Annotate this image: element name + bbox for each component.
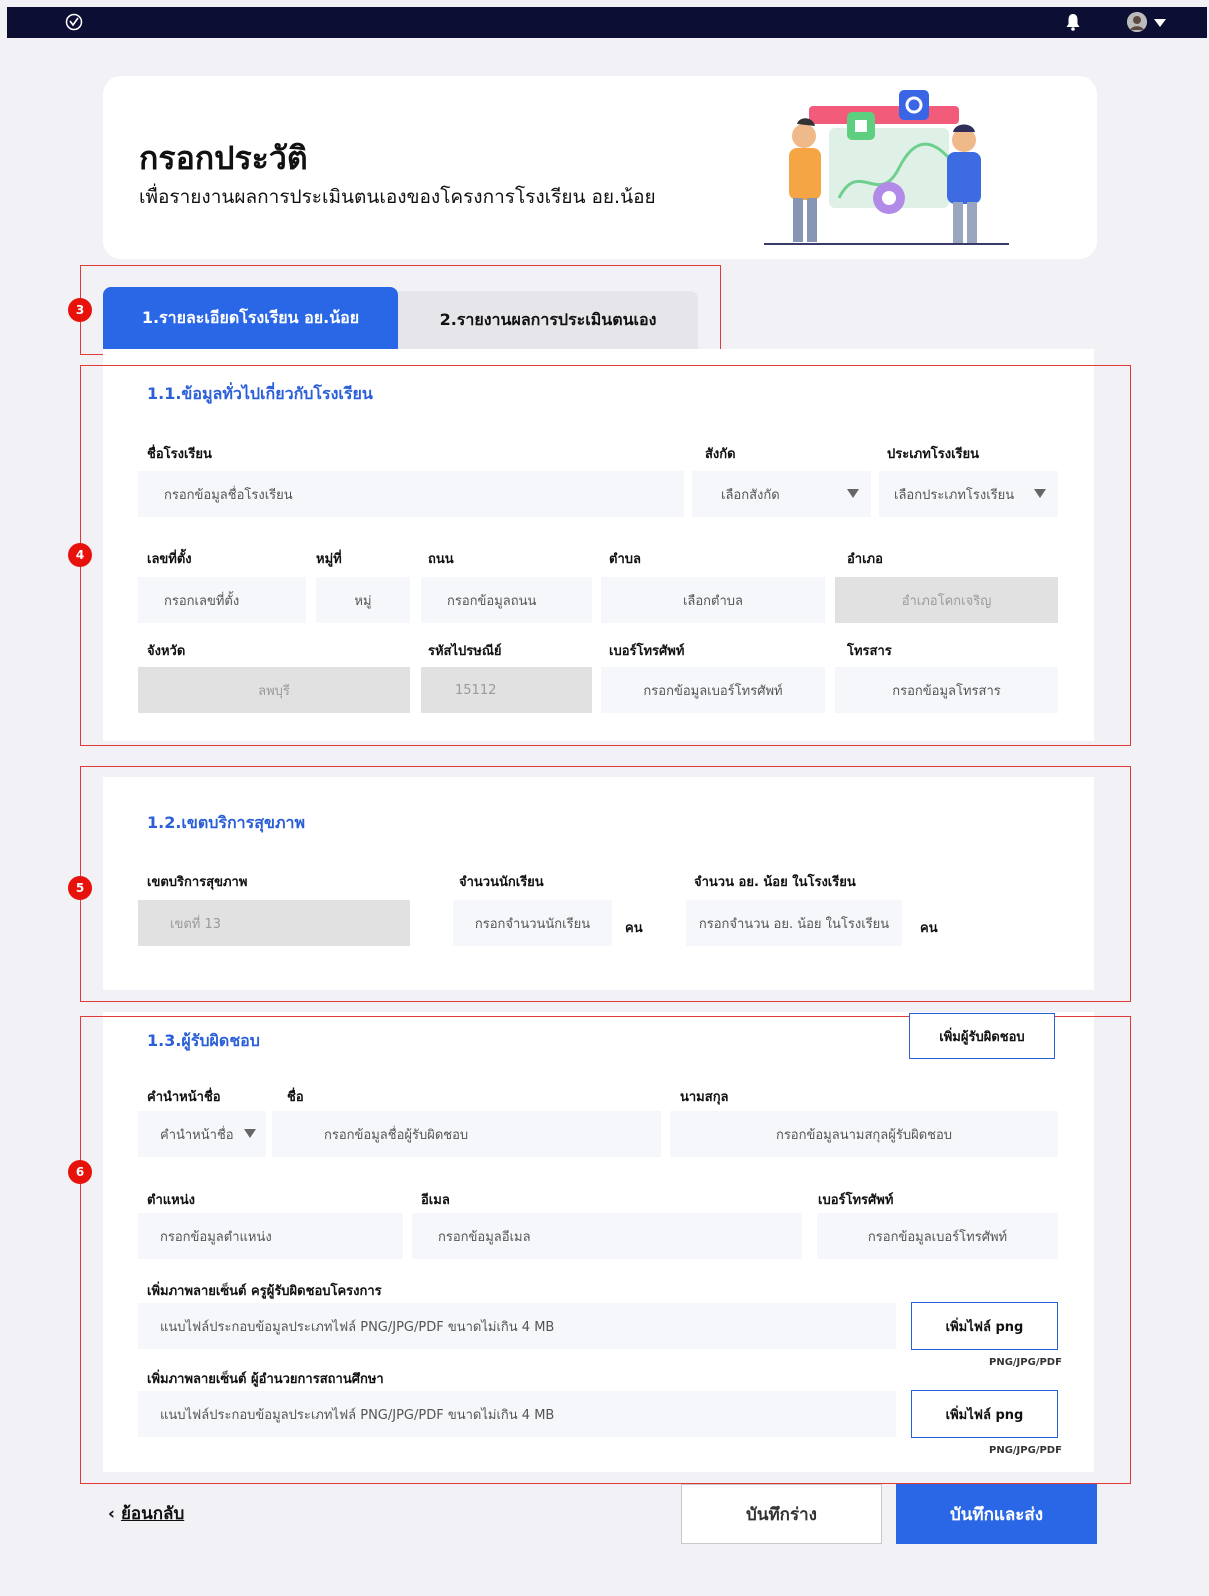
first-name-input[interactable]: กรอกข้อมูลชื่อผู้รับผิดชอบ <box>272 1111 661 1157</box>
school-name-label: ชื่อโรงเรียน <box>147 447 212 462</box>
responsible-phone-input[interactable]: กรอกข้อมูลเบอร์โทรศัพท์ <box>817 1213 1058 1259</box>
last-name-label: นามสกุล <box>680 1090 729 1105</box>
prefix-value: คำนำหน้าชื่อ <box>160 1127 234 1143</box>
tab-self-assessment[interactable]: 2.รายงานผลการประเมินตนเอง <box>398 291 698 349</box>
chevron-down-icon[interactable] <box>1154 19 1166 27</box>
bell-icon[interactable] <box>1065 13 1081 31</box>
ay-students-unit: คน <box>920 921 938 936</box>
add-director-signature-button[interactable]: เพิ่มไฟล์ png <box>911 1390 1058 1438</box>
user-avatar-icon <box>1127 12 1147 32</box>
phone-label: เบอร์โทรศัพท์ <box>609 644 685 659</box>
students-input[interactable]: กรอกจำนวนนักเรียน <box>453 900 612 946</box>
annotation-badge: 4 <box>68 543 92 567</box>
prefix-label: คำนำหน้าชื่อ <box>147 1090 221 1105</box>
moo-input[interactable]: หมู่ <box>316 577 410 623</box>
fax-label: โทรสาร <box>847 644 892 659</box>
school-type-value: เลือกประเภทโรงเรียน <box>894 487 1015 503</box>
phone-input[interactable]: กรอกข้อมูลเบอร์โทรศัพท์ <box>601 667 825 713</box>
sig-teacher-file-field[interactable]: แนบไฟล์ประกอบข้อมูลประเภทไฟล์ PNG/JPG/PD… <box>138 1303 896 1349</box>
province-field: ลพบุรี <box>138 667 410 713</box>
postal-field: 15112 <box>421 667 592 713</box>
tab-school-details[interactable]: 1.รายละเอียดโรงเรียน อย.น้อย <box>103 287 398 349</box>
address-no-label: เลขที่ตั้ง <box>147 552 192 567</box>
top-navbar <box>7 7 1207 38</box>
sig-director-file-field[interactable]: แนบไฟล์ประกอบข้อมูลประเภทไฟล์ PNG/JPG/PD… <box>138 1391 896 1437</box>
page-title: กรอกประวัติ <box>139 139 308 177</box>
first-name-label: ชื่อ <box>287 1090 304 1105</box>
affiliation-label: สังกัด <box>705 447 736 462</box>
subdistrict-select[interactable]: เลือกตำบล <box>601 577 825 623</box>
back-label: ย้อนกลับ <box>120 1504 185 1524</box>
add-teacher-signature-button[interactable]: เพิ่มไฟล์ png <box>911 1302 1058 1350</box>
school-name-input[interactable]: กรอกข้อมูลชื่อโรงเรียน <box>138 471 684 517</box>
dropdown-arrow-icon <box>847 489 859 498</box>
responsible-phone-label: เบอร์โทรศัพท์ <box>818 1193 894 1208</box>
district-field: อำเภอโคกเจริญ <box>835 577 1058 623</box>
address-no-input[interactable]: กรอกเลขที่ตั้ง <box>138 577 306 623</box>
position-input[interactable]: กรอกข้อมูลตำแหน่ง <box>138 1213 403 1259</box>
email-label: อีเมล <box>421 1193 450 1208</box>
add-responsible-button[interactable]: เพิ่มผู้รับผิดชอบ <box>909 1013 1055 1059</box>
fax-input[interactable]: กรอกข้อมูลโทรสาร <box>835 667 1058 713</box>
annotation-badge: 6 <box>68 1160 92 1184</box>
sig-teacher-label: เพิ่มภาพลายเซ็นต์ ครูผู้รับผิดชอบโครงการ <box>147 1284 382 1299</box>
section-title-general: 1.1.ข้อมูลทั่วไปเกี่ยวกับโรงเรียน <box>147 384 373 403</box>
sig-director-label: เพิ่มภาพลายเซ็นต์ ผู้อำนวยการสถานศึกษา <box>147 1372 384 1387</box>
affiliation-select[interactable]: เลือกสังกัด <box>692 471 871 517</box>
last-name-input[interactable]: กรอกข้อมูลนามสกุลผู้รับผิดชอบ <box>670 1111 1058 1157</box>
file-type-hint: PNG/JPG/PDF <box>989 1445 1062 1456</box>
students-label: จำนวนนักเรียน <box>459 875 544 890</box>
district-label: อำเภอ <box>847 552 883 567</box>
page-subtitle: เพื่อรายงานผลการประเมินตนเองของโครงการโร… <box>139 186 656 208</box>
save-and-submit-button[interactable]: บันทึกและส่ง <box>896 1484 1097 1544</box>
subdistrict-label: ตำบล <box>609 552 641 567</box>
moo-label: หมู่ที่ <box>316 552 342 567</box>
postal-label: รหัสไปรษณีย์ <box>428 644 502 659</box>
zone-field: เขตที่ 13 <box>138 900 410 946</box>
section-title-health: 1.2.เขตบริการสุขภาพ <box>147 813 306 832</box>
school-type-label: ประเภทโรงเรียน <box>887 447 980 462</box>
avatar[interactable] <box>1127 12 1147 32</box>
zone-label: เขตบริการสุขภาพ <box>147 875 248 890</box>
logo-icon[interactable] <box>65 13 83 31</box>
position-label: ตำแหน่ง <box>147 1193 195 1208</box>
dropdown-arrow-icon <box>1034 489 1046 498</box>
annotation-badge: 3 <box>68 298 92 322</box>
chevron-left-icon: ‹ <box>108 1504 116 1524</box>
road-label: ถนน <box>428 552 454 567</box>
file-type-hint: PNG/JPG/PDF <box>989 1357 1062 1368</box>
dropdown-arrow-icon <box>244 1129 256 1138</box>
section-title-responsible: 1.3.ผู้รับผิดชอบ <box>147 1031 260 1050</box>
save-draft-button[interactable]: บันทึกร่าง <box>681 1484 882 1544</box>
presentation-illustration <box>764 90 1009 245</box>
email-input[interactable]: กรอกข้อมูลอีเมล <box>412 1213 802 1259</box>
annotation-badge: 5 <box>68 876 92 900</box>
province-label: จังหวัด <box>147 644 186 659</box>
ay-students-label: จำนวน อย. น้อย ในโรงเรียน <box>694 875 856 890</box>
students-unit: คน <box>625 921 643 936</box>
ay-students-input[interactable]: กรอกจำนวน อย. น้อย ในโรงเรียน <box>686 900 902 946</box>
road-input[interactable]: กรอกข้อมูลถนน <box>421 577 592 623</box>
hero-card: กรอกประวัติ เพื่อรายงานผลการประเมินตนเอง… <box>103 76 1097 259</box>
affiliation-value: เลือกสังกัด <box>721 487 780 503</box>
prefix-select[interactable]: คำนำหน้าชื่อ <box>138 1111 266 1157</box>
back-link[interactable]: ‹ ย้อนกลับ <box>108 1500 184 1527</box>
school-type-select[interactable]: เลือกประเภทโรงเรียน <box>879 471 1058 517</box>
